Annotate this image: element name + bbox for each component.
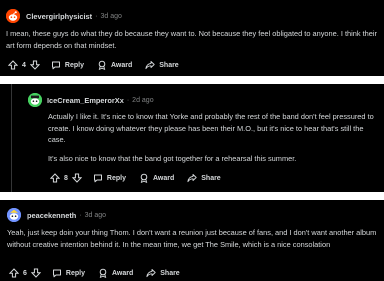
award-icon: [98, 60, 106, 70]
award-icon: [99, 268, 107, 278]
reply-bubble-icon: [93, 174, 102, 183]
snoo-avatar-icon: [6, 9, 20, 23]
upvote-arrow-icon: [50, 173, 60, 183]
share-button[interactable]: Share: [146, 268, 180, 278]
meta-separator: ·: [126, 96, 130, 104]
user-avatar[interactable]: [6, 9, 20, 23]
reply-button[interactable]: Reply: [52, 268, 85, 278]
username[interactable]: peacekenneth: [27, 211, 76, 220]
reply-bubble-icon: [51, 61, 60, 70]
award-label: Award: [111, 269, 134, 277]
comment-header: IceCream_EmperorXx · 2d ago: [28, 93, 154, 107]
reply-bubble-icon: [52, 269, 61, 278]
comment-card: peacekenneth · 3d ago Yeah, just keep do…: [0, 200, 384, 281]
downvote-button[interactable]: [30, 268, 41, 278]
share-icon: [146, 269, 156, 278]
share-label: Share: [201, 174, 221, 182]
comment-card: Clevergirlphysicist · 3d ago I mean, the…: [0, 0, 384, 76]
comment-body: Actually I like it. It's nice to know th…: [48, 111, 378, 164]
comment-age: 3d ago: [100, 12, 122, 20]
share-icon: [187, 174, 197, 183]
vote-score: 8: [64, 174, 68, 182]
upvote-arrow-icon: [9, 268, 19, 278]
comment-body: I mean, these guys do what they do becau…: [6, 28, 378, 51]
reply-label: Reply: [106, 174, 126, 182]
comment-card: IceCream_EmperorXx · 2d ago Actually I l…: [0, 84, 384, 192]
downvote-arrow-icon: [30, 268, 41, 278]
comment-age: 3d ago: [84, 211, 107, 219]
comment-paragraph: Yeah, just keep doin your thing Thom. I …: [7, 228, 377, 249]
upvote-button[interactable]: [50, 173, 60, 183]
meta-separator: ·: [79, 211, 82, 219]
share-icon: [145, 61, 155, 70]
upvote-arrow-icon: [8, 60, 18, 70]
award-icon: [140, 173, 148, 183]
share-label: Share: [159, 61, 179, 69]
user-avatar[interactable]: [28, 93, 42, 107]
comment-actions: 8 Reply Award Share: [50, 172, 221, 184]
reply-button[interactable]: Reply: [51, 60, 84, 70]
award-button[interactable]: Award: [139, 173, 174, 183]
username[interactable]: IceCream_EmperorXx: [47, 96, 124, 105]
comment-actions: 4 Reply Award Share: [8, 59, 179, 71]
comment-paragraph: It's also nice to know that the band got…: [48, 153, 297, 163]
meta-separator: ·: [95, 12, 98, 20]
award-button[interactable]: Award: [98, 268, 133, 278]
thread-line[interactable]: [11, 84, 12, 192]
comment-header: Clevergirlphysicist · 3d ago: [6, 9, 122, 23]
reply-label: Reply: [64, 61, 84, 69]
share-button[interactable]: Share: [187, 173, 221, 183]
downvote-button[interactable]: [29, 60, 40, 70]
downvote-arrow-icon: [29, 60, 40, 70]
comment-paragraph: Actually I like it. It's nice to know th…: [48, 112, 374, 144]
share-label: Share: [160, 269, 180, 277]
award-label: Award: [110, 61, 133, 69]
downvote-button[interactable]: [71, 173, 82, 183]
username[interactable]: Clevergirlphysicist: [26, 12, 92, 21]
award-button[interactable]: Award: [97, 60, 132, 70]
reply-button[interactable]: Reply: [93, 173, 126, 183]
share-button[interactable]: Share: [145, 60, 179, 70]
reply-label: Reply: [65, 269, 85, 277]
vote-score: 4: [22, 61, 26, 69]
award-label: Award: [152, 174, 175, 182]
downvote-arrow-icon: [71, 173, 82, 183]
vote-score: 6: [23, 269, 27, 277]
comment-age: 2d ago: [132, 96, 154, 104]
user-avatar[interactable]: [7, 208, 21, 222]
snoo-avatar-icon: [28, 93, 42, 107]
comment-header: peacekenneth · 3d ago: [7, 208, 106, 222]
comment-actions: 6 Reply Award Share: [9, 267, 180, 279]
upvote-button[interactable]: [9, 268, 19, 278]
comment-body: Yeah, just keep doin your thing Thom. I …: [7, 227, 379, 250]
comment-paragraph: I mean, these guys do what they do becau…: [6, 29, 378, 50]
snoo-avatar-icon: [7, 208, 21, 222]
upvote-button[interactable]: [8, 60, 18, 70]
